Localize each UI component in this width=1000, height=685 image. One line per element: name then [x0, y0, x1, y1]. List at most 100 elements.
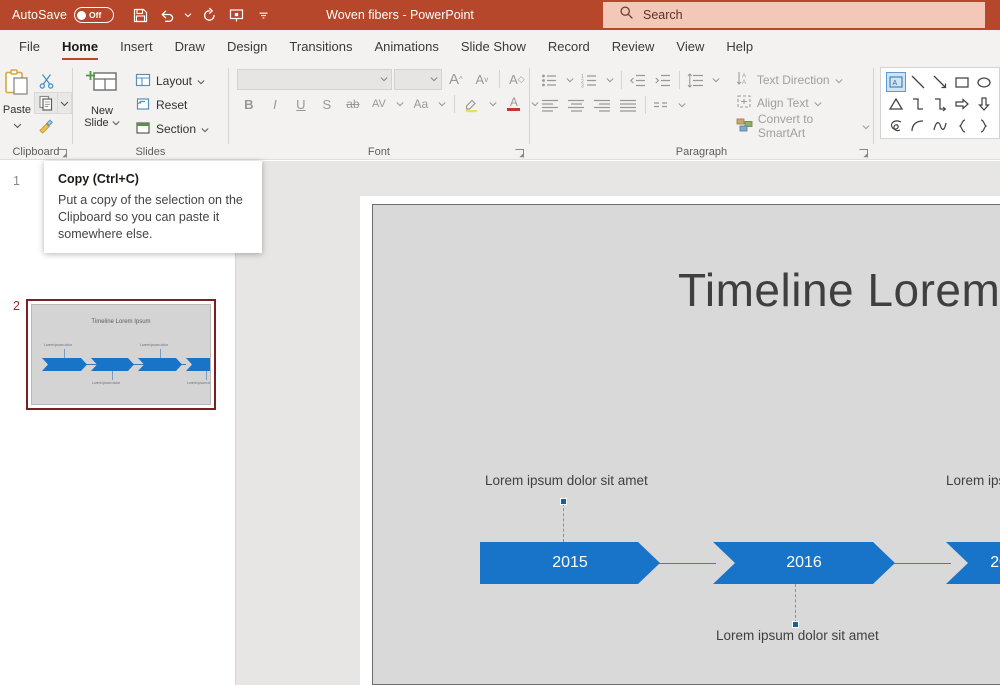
new-slide-dropdown-icon[interactable]	[112, 117, 120, 129]
elbow-arrow-shape-icon[interactable]	[930, 94, 950, 114]
columns-button[interactable]	[650, 94, 674, 116]
paragraph-dialog-launcher-icon[interactable]	[858, 148, 869, 159]
decrease-indent-button[interactable]	[626, 69, 650, 91]
curve-shape-icon[interactable]	[930, 116, 950, 136]
section-dropdown-icon[interactable]	[201, 122, 209, 136]
text-box-shape-icon[interactable]: A	[886, 72, 906, 92]
line-spacing-dropdown-icon[interactable]	[709, 69, 723, 91]
smartart-dropdown-icon[interactable]	[862, 119, 870, 133]
font-color-button[interactable]: A	[502, 93, 526, 115]
tab-help[interactable]: Help	[715, 30, 764, 62]
format-painter-button[interactable]	[34, 115, 58, 137]
timeline-marker-1[interactable]	[560, 498, 567, 505]
character-spacing-button[interactable]: AV	[367, 93, 391, 115]
timeline-chevron-2015[interactable]: 2015	[480, 542, 660, 584]
line-arrow-shape-icon[interactable]	[930, 72, 950, 92]
rectangle-shape-icon[interactable]	[952, 72, 972, 92]
copy-dropdown-icon[interactable]	[58, 92, 72, 114]
redo-icon[interactable]	[197, 3, 221, 27]
text-shadow-button[interactable]: S	[315, 93, 339, 115]
bullets-button[interactable]	[538, 69, 562, 91]
text-direction-dropdown-icon[interactable]	[835, 73, 843, 87]
bold-button[interactable]: B	[237, 93, 261, 115]
tab-animations[interactable]: Animations	[364, 30, 450, 62]
arc-shape-icon[interactable]	[908, 116, 928, 136]
down-arrow-shape-icon[interactable]	[974, 94, 994, 114]
justify-button[interactable]	[616, 94, 641, 116]
clear-formatting-button[interactable]: A◇	[505, 68, 529, 90]
search-box[interactable]: Search	[603, 2, 985, 28]
tab-review[interactable]: Review	[601, 30, 666, 62]
undo-icon[interactable]	[155, 3, 179, 27]
highlight-dropdown-icon[interactable]	[486, 93, 500, 115]
timeline-marker-2[interactable]	[792, 621, 799, 628]
new-slide-button[interactable]: New Slide	[73, 66, 131, 129]
align-left-button[interactable]	[538, 94, 563, 116]
copy-button[interactable]	[34, 92, 58, 114]
line-spacing-button[interactable]	[684, 69, 708, 91]
change-case-button[interactable]: Aa	[409, 93, 433, 115]
cut-button[interactable]	[34, 69, 58, 91]
numbering-dropdown-icon[interactable]	[603, 69, 617, 91]
tab-view[interactable]: View	[665, 30, 715, 62]
align-right-button[interactable]	[590, 94, 615, 116]
character-spacing-dropdown-icon[interactable]	[393, 93, 407, 115]
layout-button[interactable]: Layout	[131, 70, 213, 92]
underline-button[interactable]: U	[289, 93, 313, 115]
layout-dropdown-icon[interactable]	[197, 74, 205, 88]
autosave-toggle[interactable]: Off	[74, 7, 114, 23]
convert-to-smartart-button[interactable]: Convert to SmartArt	[733, 115, 873, 136]
save-icon[interactable]	[128, 3, 152, 27]
paste-dropdown-icon[interactable]	[13, 116, 22, 134]
clipboard-dialog-launcher-icon[interactable]	[57, 148, 68, 159]
reset-button[interactable]: Reset	[131, 94, 213, 116]
align-center-button[interactable]	[564, 94, 589, 116]
line-shape-icon[interactable]	[908, 72, 928, 92]
elbow-connector-shape-icon[interactable]	[908, 94, 928, 114]
right-brace-shape-icon[interactable]	[974, 116, 994, 136]
tab-record[interactable]: Record	[537, 30, 601, 62]
scribble-shape-icon[interactable]	[886, 116, 906, 136]
timeline-label-3[interactable]: Lorem ipsu	[946, 473, 1000, 488]
shrink-font-button[interactable]: Av	[470, 68, 494, 90]
columns-dropdown-icon[interactable]	[675, 94, 689, 116]
align-text-dropdown-icon[interactable]	[814, 96, 822, 110]
undo-dropdown-icon[interactable]	[182, 11, 194, 19]
font-size-input[interactable]	[394, 69, 442, 90]
left-brace-shape-icon[interactable]	[952, 116, 972, 136]
tab-design[interactable]: Design	[216, 30, 278, 62]
oval-shape-icon[interactable]	[974, 72, 994, 92]
paste-button[interactable]: Paste	[0, 66, 34, 134]
text-direction-button[interactable]: AA Text Direction	[733, 69, 873, 90]
timeline-chevron-2017[interactable]: 2017	[946, 542, 1000, 584]
font-name-input[interactable]	[237, 69, 392, 90]
tab-home[interactable]: Home	[51, 30, 109, 62]
timeline-label-2[interactable]: Lorem ipsum dolor sit amet	[716, 628, 879, 643]
text-highlight-button[interactable]	[460, 93, 484, 115]
tab-draw[interactable]: Draw	[164, 30, 216, 62]
slide-2-frame[interactable]: Timeline Lorem Ipsum Lorem ipsum dolor L…	[26, 299, 216, 410]
strikethrough-button[interactable]: ab	[341, 93, 365, 115]
customize-qat-icon[interactable]	[251, 3, 275, 27]
right-arrow-shape-icon[interactable]	[952, 94, 972, 114]
autosave-control[interactable]: AutoSave Off	[12, 7, 114, 23]
slide-canvas[interactable]: Timeline Lorem 2015 2016 2017	[360, 196, 1000, 685]
slide-surface[interactable]: Timeline Lorem 2015 2016 2017	[372, 204, 1000, 685]
increase-indent-button[interactable]	[651, 69, 675, 91]
tab-transitions[interactable]: Transitions	[278, 30, 363, 62]
shapes-gallery[interactable]: A	[880, 67, 1000, 139]
align-text-button[interactable]: Align Text	[733, 92, 873, 113]
tab-file[interactable]: File	[8, 30, 51, 62]
italic-button[interactable]: I	[263, 93, 287, 115]
change-case-dropdown-icon[interactable]	[435, 93, 449, 115]
tab-slide-show[interactable]: Slide Show	[450, 30, 537, 62]
thumbnail-slide-2[interactable]: 2 Timeline Lorem Ipsum Lorem ipsum	[4, 299, 216, 410]
timeline-chevron-2016[interactable]: 2016	[713, 542, 895, 584]
present-icon[interactable]	[224, 3, 248, 27]
triangle-shape-icon[interactable]	[886, 94, 906, 114]
tab-insert[interactable]: Insert	[109, 30, 164, 62]
grow-font-button[interactable]: A^	[444, 68, 468, 90]
font-dialog-launcher-icon[interactable]	[514, 148, 525, 159]
timeline-label-1[interactable]: Lorem ipsum dolor sit amet	[485, 473, 648, 488]
section-button[interactable]: Section	[131, 118, 213, 140]
